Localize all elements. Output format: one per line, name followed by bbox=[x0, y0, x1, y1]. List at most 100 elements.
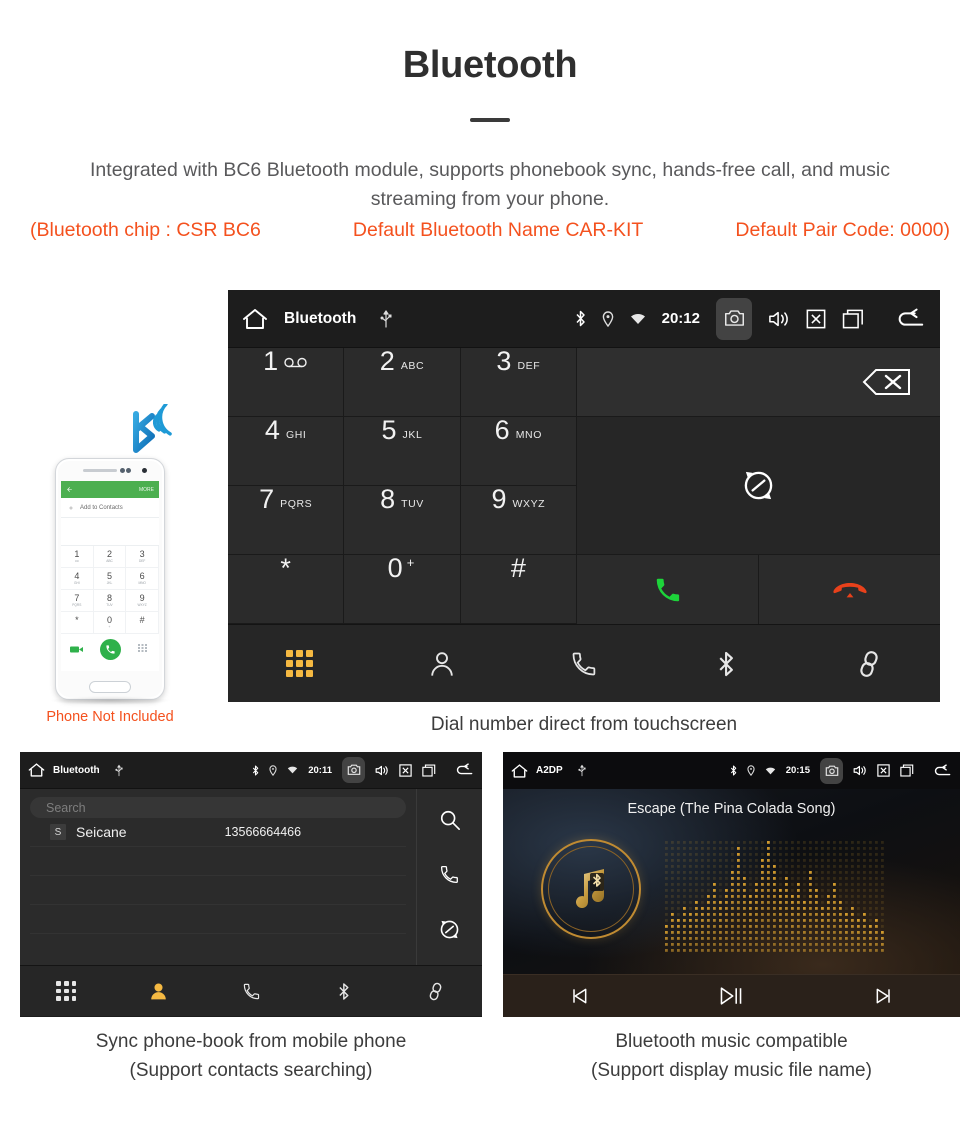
sync-icon bbox=[439, 919, 460, 940]
music-statusbar-left: A2DP bbox=[536, 764, 586, 777]
phone-keypad-toggle-icon bbox=[126, 643, 159, 655]
music-caption-line2: (Support display music file name) bbox=[591, 1060, 872, 1081]
back-icon[interactable] bbox=[454, 763, 474, 777]
phone-sim-icon bbox=[61, 645, 94, 654]
volume-icon[interactable] bbox=[375, 764, 389, 777]
call-button[interactable] bbox=[439, 864, 460, 890]
nav-item-link[interactable] bbox=[390, 982, 482, 1001]
phonebook-caption-line2: (Support contacts searching) bbox=[129, 1060, 373, 1081]
close-box-icon[interactable] bbox=[399, 763, 412, 777]
phone-dial-key-4: 4 GHI bbox=[61, 568, 94, 590]
usb-icon bbox=[115, 764, 123, 777]
search-button[interactable] bbox=[439, 809, 461, 836]
home-icon[interactable] bbox=[511, 763, 528, 779]
dial-key-6[interactable]: 6 MNO bbox=[460, 417, 577, 486]
plus-icon bbox=[68, 505, 74, 511]
music-play-pause-button[interactable] bbox=[655, 985, 807, 1007]
close-box-icon[interactable] bbox=[806, 309, 826, 329]
dial-key-letters: WXYZ bbox=[512, 498, 546, 510]
phone-appbar: MORE bbox=[61, 481, 159, 498]
camera-icon[interactable] bbox=[820, 757, 843, 784]
nav-item-contacts[interactable] bbox=[370, 650, 512, 678]
search-input[interactable]: Search bbox=[30, 797, 406, 818]
camera-icon[interactable] bbox=[716, 297, 752, 340]
music-previous-button[interactable] bbox=[503, 986, 655, 1006]
music-clock: 20:15 bbox=[785, 765, 810, 776]
title-divider bbox=[470, 118, 510, 122]
dial-key-2[interactable]: 2 ABC bbox=[344, 348, 461, 417]
bluetooth-icon bbox=[252, 765, 259, 776]
recents-icon[interactable] bbox=[900, 764, 915, 777]
recents-icon[interactable] bbox=[842, 309, 866, 329]
phone-dial-key-8: 8 TUV bbox=[93, 590, 127, 612]
contact-row-empty bbox=[30, 847, 406, 876]
call-button[interactable] bbox=[577, 555, 759, 624]
sync-contacts-button[interactable] bbox=[577, 417, 940, 555]
recents-icon[interactable] bbox=[422, 763, 437, 777]
phonebook-clock: 20:11 bbox=[308, 764, 332, 776]
dialer-statusbar-right: 20:12 bbox=[575, 297, 926, 340]
nav-item-contacts[interactable] bbox=[112, 982, 204, 1001]
dial-key-hash[interactable]: # bbox=[460, 555, 577, 624]
volume-icon[interactable] bbox=[853, 764, 867, 777]
nav-item-bluetooth[interactable] bbox=[655, 650, 797, 678]
phone-home-button bbox=[89, 681, 131, 693]
dial-key-9[interactable]: 9 WXYZ bbox=[460, 486, 577, 555]
skip-previous-icon bbox=[569, 986, 589, 1006]
dialer-navbar bbox=[228, 624, 940, 702]
home-icon[interactable] bbox=[242, 307, 268, 331]
camera-icon[interactable] bbox=[342, 757, 365, 783]
back-icon[interactable] bbox=[932, 763, 952, 778]
dial-key-0[interactable]: 0 + bbox=[344, 555, 461, 624]
hangup-button[interactable] bbox=[759, 555, 940, 624]
music-screen: A2DP 20:15 Escape (The Pina Colada Song) bbox=[503, 752, 960, 1017]
phonebook-navbar bbox=[20, 965, 482, 1016]
dial-key-digit: 7 bbox=[259, 484, 275, 514]
wifi-icon bbox=[287, 766, 298, 774]
dial-key-3[interactable]: 3 DEF bbox=[460, 348, 577, 417]
dial-key-letters: JKL bbox=[402, 429, 423, 441]
music-next-button[interactable] bbox=[808, 986, 960, 1006]
contact-name: Seicane bbox=[76, 824, 127, 840]
dial-key-4[interactable]: 4 GHI bbox=[228, 417, 345, 486]
sync-button[interactable] bbox=[439, 919, 460, 945]
phone-more-label: MORE bbox=[139, 486, 154, 493]
close-box-icon[interactable] bbox=[877, 764, 890, 777]
nav-item-bluetooth[interactable] bbox=[297, 982, 389, 1001]
dial-key-1[interactable]: 1 bbox=[228, 348, 345, 417]
nav-item-keypad[interactable] bbox=[228, 650, 370, 677]
contact-row[interactable]: S Seicane 13566664466 bbox=[30, 818, 406, 847]
phone-front-camera-icon bbox=[142, 468, 147, 473]
nav-item-call-log[interactable] bbox=[513, 650, 655, 678]
nav-item-call-log[interactable] bbox=[205, 982, 297, 1001]
search-icon bbox=[439, 809, 461, 831]
phone-number-field bbox=[61, 518, 159, 546]
music-body: Escape (The Pina Colada Song) bbox=[503, 789, 960, 974]
nav-item-keypad[interactable] bbox=[20, 980, 112, 1002]
link-icon bbox=[855, 650, 883, 678]
dialer-statusbar: Bluetooth 20:12 bbox=[228, 290, 940, 348]
dial-key-8[interactable]: 8 TUV bbox=[344, 486, 461, 555]
nav-item-link[interactable] bbox=[798, 650, 940, 678]
home-icon[interactable] bbox=[28, 762, 45, 778]
phone-icon bbox=[439, 864, 460, 885]
phone-keypad: 1 oo 2 ABC 3 DEF 4 GHI 5 JKL 6 MNO 7 PQRS 8 TUV 9 WXYZ * 0… bbox=[61, 546, 159, 634]
link-icon bbox=[426, 982, 445, 1001]
dial-key-5[interactable]: 5 JKL bbox=[344, 417, 461, 486]
backspace-button[interactable] bbox=[577, 348, 940, 417]
page-description: Integrated with BC6 Bluetooth module, su… bbox=[90, 159, 890, 210]
play-pause-icon bbox=[718, 985, 744, 1007]
phone-screen: MORE Add to Contacts 1 oo 2 ABC 3 DEF 4 GHI 5 JKL… bbox=[61, 481, 159, 671]
location-icon bbox=[269, 764, 277, 776]
dial-key-7[interactable]: 7 PQRS bbox=[228, 484, 345, 555]
phone-icon bbox=[570, 650, 598, 678]
back-icon[interactable] bbox=[894, 308, 926, 330]
music-caption: Bluetooth music compatible (Support disp… bbox=[503, 1027, 960, 1085]
phone-earpiece bbox=[83, 469, 117, 472]
music-statusbar: A2DP 20:15 bbox=[503, 752, 960, 789]
volume-icon[interactable] bbox=[768, 309, 790, 329]
dial-key-star[interactable]: * bbox=[228, 555, 345, 624]
contact-rows: S Seicane 13566664466 bbox=[30, 818, 406, 847]
dial-key-plus: + bbox=[406, 555, 415, 570]
dialer-call-actions bbox=[577, 555, 940, 624]
